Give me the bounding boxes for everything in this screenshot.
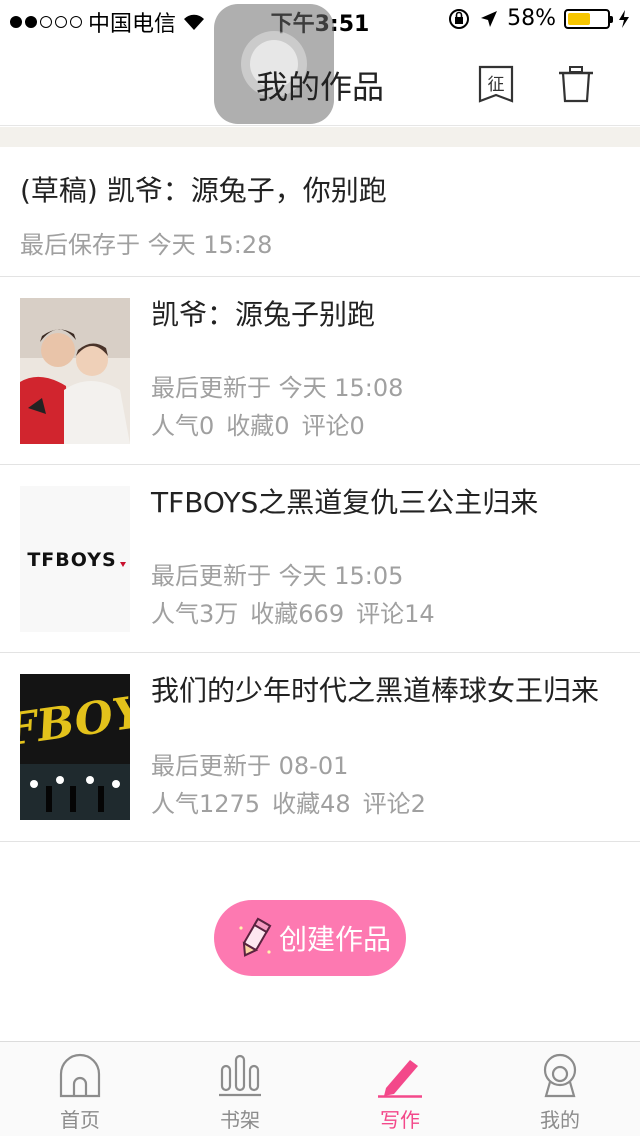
favorites-count: 收藏48: [272, 790, 351, 818]
tab-write-label: 写作: [380, 1108, 420, 1132]
tab-home[interactable]: 首页: [0, 1052, 160, 1136]
work-title: 我们的少年时代之黑道棒球女王归来: [151, 674, 600, 707]
comments-count: 评论0: [301, 412, 365, 440]
write-icon: [378, 1060, 422, 1098]
tab-bar: 首页 书架 写作 我的: [0, 1041, 640, 1136]
orientation-lock-icon: [449, 8, 470, 29]
work-cover-image: TFBOYS: [20, 674, 130, 820]
draft-title: (草稿) 凯爷：源兔子，你别跑: [20, 174, 387, 207]
status-right: 58%: [447, 6, 630, 31]
favorites-count: 收藏669: [250, 600, 345, 628]
draft-saved-time: 最后保存于 今天 15:28: [20, 231, 273, 259]
favorites-count: 收藏0: [226, 412, 290, 440]
work-stats: 人气1275 收藏48 评论2: [151, 784, 426, 819]
work-title: TFBOYS之黑道复仇三公主归来: [151, 486, 539, 519]
work-item[interactable]: TFBOYS TFBOYS之黑道复仇三公主归来 最后更新于 今天 15:05 人…: [0, 466, 640, 653]
work-updated-time: 最后更新于 08-01: [151, 752, 349, 780]
page-title: 我的作品: [255, 68, 384, 106]
tab-home-label: 首页: [60, 1108, 100, 1132]
pencil-icon: [239, 917, 272, 957]
work-item[interactable]: 凯爷：源兔子别跑 最后更新于 今天 15:08 人气0 收藏0 评论0: [0, 278, 640, 465]
work-stats: 人气0 收藏0 评论0: [151, 406, 365, 441]
work-stats: 人气3万 收藏669 评论14: [151, 594, 435, 629]
section-divider: [0, 127, 640, 147]
work-title: 凯爷：源兔子别跑: [151, 298, 376, 331]
popularity-count: 人气3万: [151, 600, 239, 628]
bookshelf-icon: [219, 1054, 261, 1097]
work-updated-time: 最后更新于 今天 15:05: [151, 562, 404, 590]
work-cover-image: TFBOYS: [20, 486, 130, 632]
create-work-button[interactable]: 创建作品: [214, 900, 406, 976]
work-item[interactable]: TFBOYS 我们的少年时代之黑道棒球女王归来 最后更新于 08-01 人气12…: [0, 654, 640, 842]
battery-icon: [564, 8, 613, 29]
tab-profile[interactable]: 我的: [480, 1052, 640, 1136]
popularity-count: 人气0: [151, 412, 215, 440]
comments-count: 评论14: [356, 600, 435, 628]
location-arrow-icon: [481, 10, 498, 27]
profile-icon: [543, 1053, 577, 1098]
cover-logo-text: TFBOYS: [27, 549, 116, 571]
comments-count: 评论2: [362, 790, 426, 818]
work-cover-image: [20, 298, 130, 444]
tab-write[interactable]: 写作: [320, 1052, 480, 1136]
tab-bookshelf[interactable]: 书架: [160, 1052, 320, 1136]
create-work-label: 创建作品: [278, 923, 391, 956]
home-icon: [59, 1053, 101, 1098]
work-updated-time: 最后更新于 今天 15:08: [151, 374, 404, 402]
charging-icon: [619, 9, 629, 28]
draft-item[interactable]: (草稿) 凯爷：源兔子，你别跑 最后保存于 今天 15:28: [0, 147, 640, 277]
battery-percent: 58%: [507, 6, 556, 31]
tab-profile-label: 我的: [540, 1108, 580, 1132]
tab-bookshelf-label: 书架: [220, 1108, 260, 1132]
battery-fill: [568, 12, 591, 25]
popularity-count: 人气1275: [151, 790, 261, 818]
